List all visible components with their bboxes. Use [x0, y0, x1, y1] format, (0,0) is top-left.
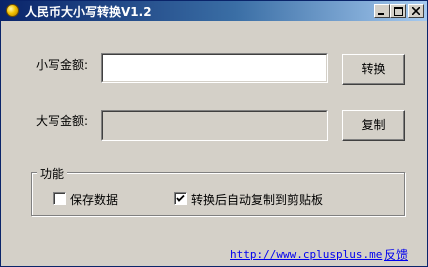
close-icon — [412, 7, 420, 15]
close-button[interactable] — [408, 4, 424, 18]
window-title: 人民币大小写转换V1.2 — [25, 5, 152, 19]
auto-copy-label[interactable]: 转换后自动复制到剪贴板 — [191, 191, 323, 208]
app-coin-icon — [6, 4, 19, 17]
minimize-icon — [378, 13, 384, 15]
main-window: 人民币大小写转换V1.2 小写金额: 转换 大写金额: 复制 功能 保存数据 转… — [0, 0, 428, 267]
convert-button[interactable]: 转换 — [342, 54, 405, 85]
upper-amount-output[interactable] — [101, 110, 328, 141]
save-data-checkbox[interactable] — [53, 192, 66, 205]
maximize-button[interactable] — [390, 4, 406, 18]
upper-amount-value — [102, 111, 327, 140]
checkmark-icon — [176, 194, 185, 202]
auto-copy-checkbox[interactable] — [174, 192, 187, 205]
lower-amount-value — [102, 54, 327, 82]
upper-amount-label: 大写金额: — [36, 114, 89, 128]
save-data-label[interactable]: 保存数据 — [70, 191, 118, 208]
features-group-title: 功能 — [37, 165, 68, 182]
minimize-button[interactable] — [374, 4, 390, 18]
feedback-link[interactable]: 反馈 — [384, 246, 408, 263]
lower-amount-input[interactable] — [101, 53, 328, 83]
title-bar[interactable]: 人民币大小写转换V1.2 — [1, 1, 427, 21]
save-data-checkbox-inner — [54, 193, 65, 204]
maximize-icon — [393, 6, 403, 16]
lower-amount-label: 小写金额: — [36, 58, 89, 72]
copy-button[interactable]: 复制 — [342, 110, 405, 141]
website-link[interactable]: http://www.cplusplus.me — [230, 248, 382, 261]
